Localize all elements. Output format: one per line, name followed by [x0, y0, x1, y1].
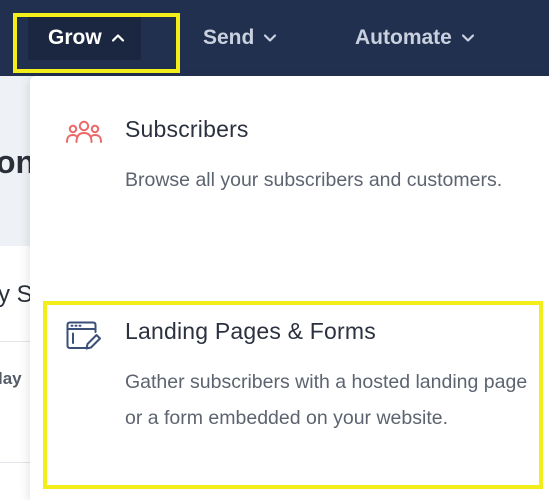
chevron-up-icon: [111, 34, 124, 42]
form-edit-icon: [66, 321, 101, 350]
nav-send-label: Send: [203, 26, 255, 49]
nav-send-menu[interactable]: Send: [203, 0, 277, 76]
nav-automate-label: Automate: [355, 26, 452, 49]
users-icon: [66, 120, 102, 143]
app-screen: on y Su lay Grow Send Automate Subscribe…: [0, 0, 549, 500]
nav-grow-menu[interactable]: Grow: [28, 16, 141, 60]
menu-item-description: Gather subscribers with a hosted landing…: [125, 371, 528, 429]
menu-item-title: Subscribers: [125, 116, 249, 142]
nav-grow-label: Grow: [48, 26, 102, 49]
nav-automate-menu[interactable]: Automate: [355, 0, 475, 76]
top-navigation: Grow Send Automate: [0, 0, 549, 76]
menu-item-description: Browse all your subscribers and customer…: [125, 169, 503, 191]
menu-item-title: Landing Pages & Forms: [125, 318, 376, 344]
grow-dropdown-menu: Subscribers Browse all your subscribers …: [30, 76, 549, 500]
chevron-down-icon: [264, 34, 277, 42]
chevron-down-icon: [461, 34, 474, 42]
background-label-fragment: lay: [0, 369, 22, 388]
